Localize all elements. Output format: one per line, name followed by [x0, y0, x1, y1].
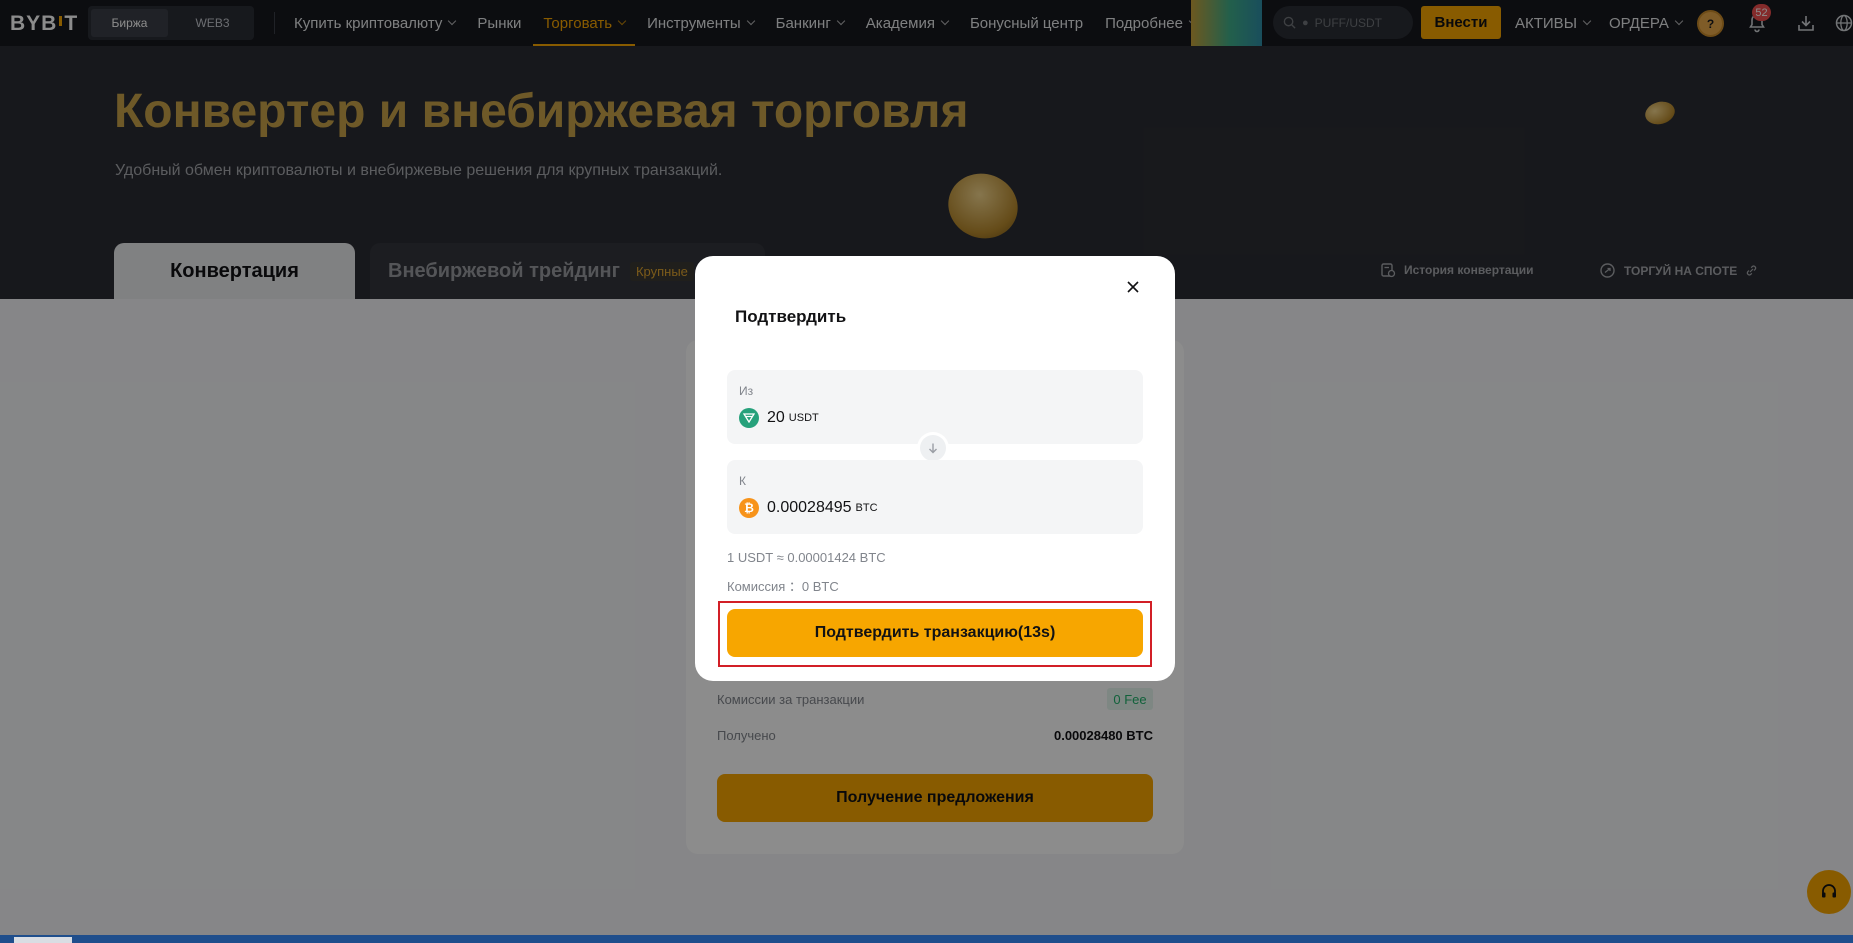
- usdt-coin-icon: [739, 408, 759, 428]
- os-taskbar: [0, 935, 1853, 943]
- commission: Комиссия ：0 BTC: [727, 579, 839, 594]
- from-currency: USDT: [788, 412, 819, 424]
- btc-coin-icon: ₿: [739, 498, 759, 518]
- modal-title: Подтвердить: [735, 307, 847, 326]
- exchange-rate: 1 USDT ≈ 0.00001424 BTC: [727, 550, 886, 565]
- confirm-modal: Подтвердить Из 20 USDT К ₿ 0.00028495 BT…: [695, 256, 1175, 681]
- to-amount: 0.00028495: [767, 499, 852, 516]
- confirm-transaction-button[interactable]: Подтвердить транзакцию(13s): [727, 609, 1143, 657]
- to-label: К: [739, 474, 746, 488]
- to-box: К ₿ 0.00028495 BTC: [727, 460, 1143, 534]
- from-amount-row: 20 USDT: [739, 408, 819, 428]
- arrow-down-icon: [920, 435, 946, 461]
- close-icon[interactable]: [1122, 276, 1144, 298]
- from-amount: 20: [767, 409, 785, 426]
- to-amount-row: ₿ 0.00028495 BTC: [739, 498, 878, 518]
- from-label: Из: [739, 384, 754, 398]
- taskbar-button[interactable]: [14, 937, 72, 943]
- to-currency: BTC: [855, 502, 878, 514]
